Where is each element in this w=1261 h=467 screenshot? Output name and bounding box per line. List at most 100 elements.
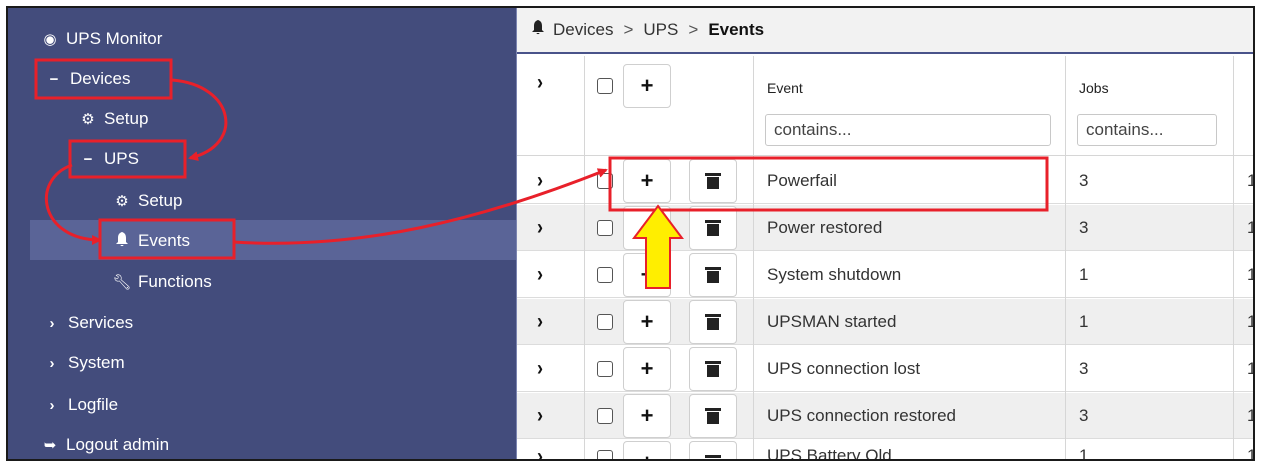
table-row[interactable]: › + UPS Battery Old 1 1 — [517, 440, 1253, 461]
breadcrumb-separator: > — [688, 20, 699, 39]
jobs-count: 3 — [1079, 359, 1089, 378]
extra-value: 1 — [1247, 265, 1253, 285]
breadcrumb-devices[interactable]: Devices — [553, 20, 613, 40]
event-filter-input[interactable] — [765, 114, 1051, 146]
sidebar-item-label: System — [68, 353, 125, 372]
event-name: UPS connection restored — [767, 406, 956, 425]
breadcrumb-ups[interactable]: UPS — [643, 20, 678, 40]
expand-row-icon[interactable]: › — [537, 262, 543, 287]
sidebar-item-devices-setup[interactable]: ⚙ Setup — [78, 100, 148, 138]
cogs-icon: ⚙ — [81, 111, 95, 128]
expand-row-icon[interactable]: › — [537, 444, 543, 459]
expand-row-icon[interactable]: › — [537, 309, 543, 334]
trash-icon — [705, 361, 721, 377]
table-header: › + Event Jobs — [517, 56, 1253, 156]
bell-icon — [112, 231, 132, 251]
delete-button[interactable] — [689, 347, 737, 391]
event-name: System shutdown — [767, 265, 902, 284]
row-checkbox[interactable] — [597, 408, 613, 424]
add-button[interactable]: + — [623, 441, 671, 459]
jobs-count: 1 — [1079, 312, 1089, 331]
table-row[interactable]: › + Powerfail 3 1 — [517, 158, 1253, 204]
sign-out-icon: ➥ — [43, 437, 57, 454]
minus-icon: − — [49, 70, 59, 88]
breadcrumb-current: Events — [708, 20, 765, 39]
minus-icon: − — [83, 150, 93, 168]
sidebar-item-ups-monitor[interactable]: ◉ UPS Monitor — [40, 20, 162, 58]
select-all-checkbox[interactable] — [597, 78, 613, 94]
jobs-filter-input[interactable] — [1077, 114, 1217, 146]
sidebar-item-label: Functions — [138, 272, 212, 291]
expand-row-icon[interactable]: › — [537, 356, 543, 381]
active-item-highlight — [30, 220, 516, 260]
expand-row-icon[interactable]: › — [537, 403, 543, 428]
delete-button[interactable] — [689, 206, 737, 250]
extra-value: 1 — [1247, 312, 1253, 332]
row-checkbox[interactable] — [597, 173, 613, 189]
add-button[interactable]: + — [623, 206, 671, 250]
sidebar-item-label: Setup — [138, 191, 183, 210]
jobs-count: 3 — [1079, 406, 1089, 425]
delete-button[interactable] — [689, 441, 737, 459]
sidebar-item-functions[interactable]: 🔧︎ Functions — [112, 263, 212, 301]
extra-value: 1 — [1247, 359, 1253, 379]
jobs-count: 1 — [1079, 265, 1089, 284]
table-row[interactable]: › + System shutdown 1 1 — [517, 252, 1253, 298]
sidebar-item-devices[interactable]: − Devices — [44, 60, 131, 98]
sidebar-item-label: Events — [138, 231, 190, 250]
row-checkbox[interactable] — [597, 267, 613, 283]
row-checkbox[interactable] — [597, 314, 613, 330]
table-row[interactable]: › + UPS connection restored 3 1 — [517, 393, 1253, 439]
breadcrumb-separator: > — [623, 20, 634, 39]
dashboard-icon: ◉ — [43, 31, 57, 48]
row-checkbox[interactable] — [597, 361, 613, 377]
jobs-count: 3 — [1079, 171, 1089, 190]
table-row[interactable]: › + UPSMAN started 1 1 — [517, 299, 1253, 345]
row-checkbox[interactable] — [597, 220, 613, 236]
add-button[interactable]: + — [623, 159, 671, 203]
row-checkbox[interactable] — [597, 450, 613, 459]
add-button[interactable]: + — [623, 300, 671, 344]
delete-button[interactable] — [689, 159, 737, 203]
delete-button[interactable] — [689, 253, 737, 297]
add-button[interactable]: + — [623, 64, 671, 108]
chevron-right-icon: › — [49, 396, 55, 414]
sidebar-item-ups[interactable]: − UPS — [78, 140, 139, 178]
sidebar-item-events[interactable]: Events — [112, 222, 190, 260]
expand-row-icon[interactable]: › — [537, 215, 543, 240]
jobs-count: 1 — [1079, 446, 1089, 461]
delete-button[interactable] — [689, 394, 737, 438]
expand-all-icon[interactable]: › — [537, 70, 543, 95]
table-row[interactable]: › + UPS connection lost 3 1 — [517, 346, 1253, 392]
breadcrumb: Devices > UPS > Events — [517, 8, 1253, 54]
column-header-event[interactable]: Event — [767, 80, 803, 96]
chevron-right-icon: › — [49, 314, 55, 332]
sidebar-item-system[interactable]: › System — [42, 344, 125, 382]
expand-row-icon[interactable]: › — [537, 168, 543, 193]
column-header-jobs[interactable]: Jobs — [1079, 80, 1109, 96]
cog-icon: ⚙ — [115, 193, 129, 210]
app-window: ◉ UPS Monitor − Devices ⚙ Setup − UPS ⚙ … — [6, 6, 1255, 461]
add-button[interactable]: + — [623, 394, 671, 438]
event-name: UPSMAN started — [767, 312, 897, 331]
trash-icon — [705, 267, 721, 283]
sidebar-item-label: Services — [68, 313, 134, 332]
trash-icon — [705, 455, 721, 459]
add-button[interactable]: + — [623, 253, 671, 297]
sidebar-item-label: Logfile — [68, 395, 119, 414]
delete-button[interactable] — [689, 300, 737, 344]
sidebar-item-logout[interactable]: ➥ Logout admin — [40, 426, 169, 459]
sidebar-item-logfile[interactable]: › Logfile — [42, 386, 119, 424]
trash-icon — [705, 173, 721, 189]
sidebar-item-services[interactable]: › Services — [42, 304, 134, 342]
sidebar-item-ups-setup[interactable]: ⚙ Setup — [112, 182, 182, 220]
event-name: Power restored — [767, 218, 883, 237]
trash-icon — [705, 220, 721, 236]
sidebar-item-label: Devices — [70, 69, 131, 88]
main-content: Devices > UPS > Events › + Event Jobs › … — [516, 8, 1253, 459]
add-button[interactable]: + — [623, 347, 671, 391]
sidebar-item-label: UPS — [104, 149, 139, 168]
extra-value: 1 — [1247, 446, 1253, 459]
table-row[interactable]: › + Power restored 3 1 — [517, 205, 1253, 251]
event-name: UPS connection lost — [767, 359, 921, 378]
